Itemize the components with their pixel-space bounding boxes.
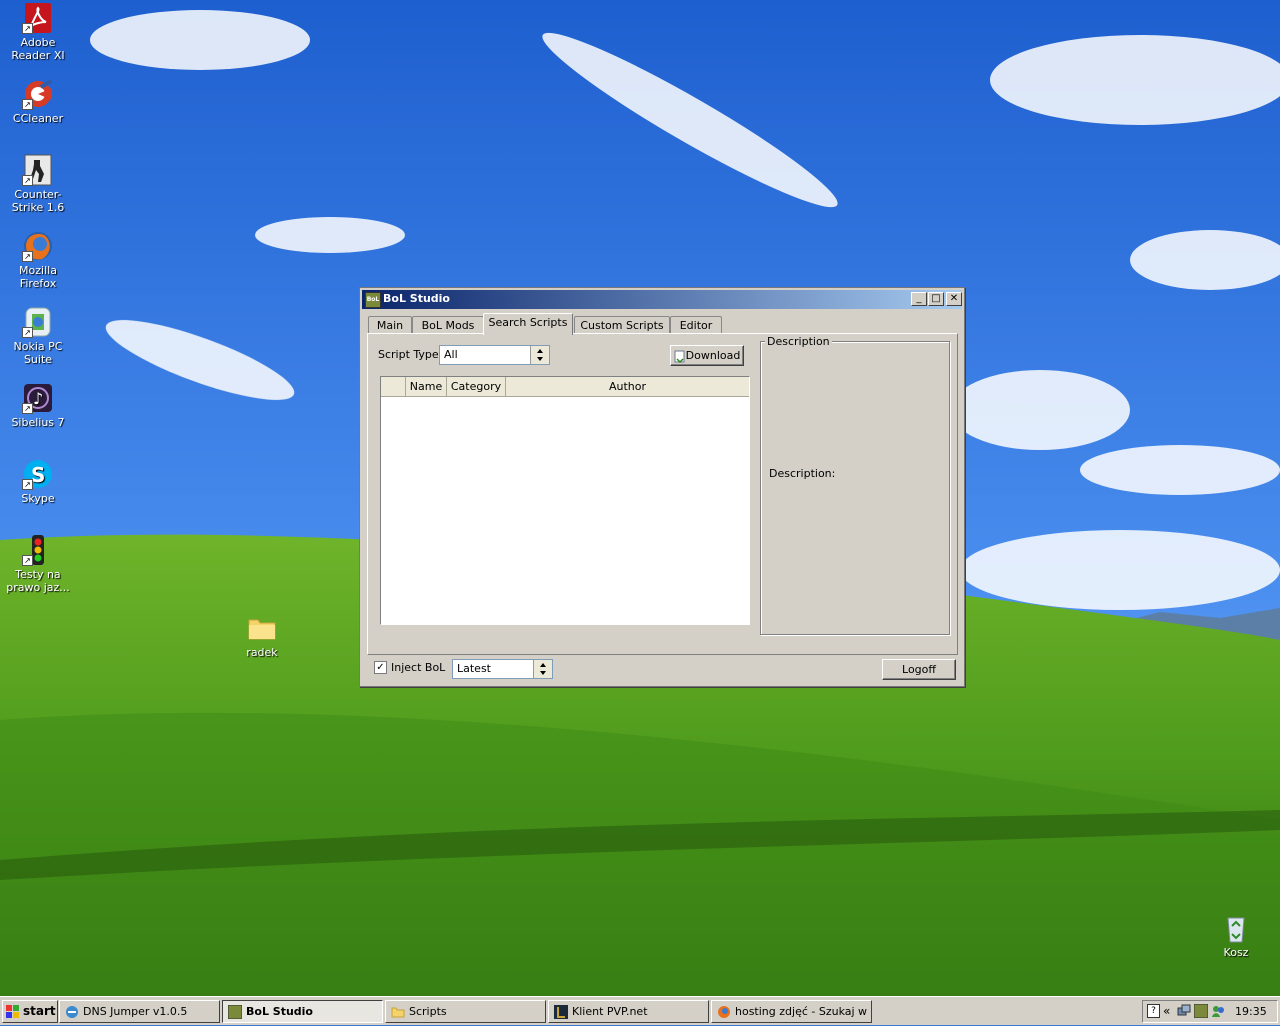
task-bol-studio[interactable]: BoL Studio: [222, 1000, 383, 1023]
windows-logo-icon: [6, 1004, 20, 1019]
desktop-icon-label: Mozilla Firefox: [19, 264, 57, 290]
close-button[interactable]: ✕: [946, 292, 962, 306]
taskbar: start DNS Jumper v1.0.5 BoL Studio Scrip…: [0, 996, 1280, 1025]
bol-app-icon: BoL: [365, 292, 381, 308]
bol-app-icon: [227, 1004, 243, 1020]
ccleaner-icon: ↗: [22, 78, 54, 110]
task-label: BoL Studio: [246, 1005, 313, 1018]
traffic-light-icon: ↗: [22, 534, 54, 566]
start-label: start: [23, 1004, 56, 1018]
desktop-icon-label: radek: [246, 646, 278, 659]
column-header-category[interactable]: Category: [447, 377, 506, 397]
league-client-icon: [554, 1005, 568, 1019]
desktop-icon-label: Testy na prawo jaz...: [6, 568, 70, 594]
bol-version-value: Latest: [457, 662, 491, 675]
window-title: BoL Studio: [383, 292, 450, 305]
desktop-icon-label: CCleaner: [12, 112, 64, 125]
bol-version-select[interactable]: Latest: [452, 659, 553, 679]
download-icon: [674, 350, 686, 363]
column-header-author[interactable]: Author: [506, 377, 749, 397]
task-dns-jumper[interactable]: DNS Jumper v1.0.5: [59, 1000, 220, 1023]
download-label: Download: [685, 349, 741, 362]
select-arrows-icon: [533, 660, 552, 678]
folder-icon: [391, 1005, 405, 1019]
task-firefox[interactable]: hosting zdjęć - Szukaj w ...: [711, 1000, 872, 1023]
task-label: Klient PVP.net: [572, 1005, 648, 1018]
description-label: Description:: [769, 467, 836, 480]
sibelius-icon: ♪ ↗: [22, 382, 54, 414]
desktop-icon-label: Counter-Strike 1.6: [11, 188, 65, 214]
start-button[interactable]: start: [2, 1000, 58, 1023]
task-label: DNS Jumper v1.0.5: [83, 1005, 188, 1018]
desktop-icon-radek[interactable]: radek: [224, 612, 300, 659]
desktop-icon-testy[interactable]: ↗ Testy na prawo jaz...: [0, 534, 76, 594]
maximize-button[interactable]: □: [928, 292, 944, 306]
desktop-icon-sibelius[interactable]: ♪ ↗ Sibelius 7: [0, 382, 76, 429]
help-icon[interactable]: ?: [1147, 1004, 1160, 1018]
tab-main[interactable]: Main: [368, 316, 412, 334]
desktop-icon-counter-strike[interactable]: ↗ Counter-Strike 1.6: [0, 154, 76, 214]
column-header-blank[interactable]: [381, 377, 406, 397]
title-bar[interactable]: BoL BoL Studio _ □ ✕: [362, 290, 962, 309]
inject-bol-label: Inject BoL: [391, 661, 446, 674]
firefox-icon: ↗: [22, 230, 54, 262]
desktop-icon-skype[interactable]: S ↗ Skype: [0, 458, 76, 505]
desktop-icon-nokia-pc-suite[interactable]: ↗ Nokia PC Suite: [0, 306, 76, 366]
script-type-select[interactable]: All: [439, 345, 550, 365]
desktop-icon-ccleaner[interactable]: ↗ CCleaner: [0, 78, 76, 125]
adobe-reader-icon: ↗: [22, 2, 54, 34]
skype-icon: S ↗: [22, 458, 54, 490]
desktop-icon-label: Adobe Reader XI: [11, 36, 65, 62]
task-label: hosting zdjęć - Szukaj w ...: [735, 1005, 872, 1018]
clock: 19:35: [1235, 1005, 1267, 1018]
column-header-name[interactable]: Name: [406, 377, 447, 397]
desktop-icon-adobe-reader[interactable]: ↗ Adobe Reader XI: [0, 2, 76, 62]
inject-bol-checkbox[interactable]: ✓: [374, 661, 387, 674]
desktop-icon-label: Nokia PC Suite: [13, 340, 63, 366]
dns-jumper-icon: [65, 1005, 79, 1019]
counter-strike-icon: ↗: [22, 154, 54, 186]
desktop-icon-label: Sibelius 7: [11, 416, 65, 429]
msn-icon[interactable]: [1211, 1004, 1225, 1018]
system-tray: ? « 19:35: [1142, 1000, 1278, 1023]
bol-studio-window: BoL BoL Studio _ □ ✕ Main BoL Mods Searc…: [359, 287, 965, 687]
task-label: Scripts: [409, 1005, 447, 1018]
description-group: Description Description:: [760, 335, 950, 635]
desktop-icon-firefox[interactable]: ↗ Mozilla Firefox: [0, 230, 76, 290]
desktop-icon-label: Skype: [21, 492, 55, 505]
select-arrows-icon: [530, 346, 549, 364]
bol-tray-icon[interactable]: [1193, 1003, 1209, 1019]
tab-bol-mods[interactable]: BoL Mods: [412, 316, 484, 334]
desktop-icon-label: Kosz: [1223, 946, 1249, 959]
description-group-title: Description: [765, 335, 832, 348]
task-pvp-net[interactable]: Klient PVP.net: [548, 1000, 709, 1023]
tab-search-scripts[interactable]: Search Scripts: [483, 313, 573, 335]
download-button[interactable]: Download: [670, 345, 744, 366]
tray-expand-icon[interactable]: «: [1163, 1004, 1170, 1018]
script-type-label: Script Type:: [378, 348, 443, 361]
network-icon[interactable]: [1177, 1004, 1191, 1018]
task-scripts-folder[interactable]: Scripts: [385, 1000, 546, 1023]
script-type-value: All: [444, 348, 458, 361]
desktop-icon-recycle-bin[interactable]: Kosz: [1198, 912, 1274, 959]
logoff-button[interactable]: Logoff: [882, 659, 956, 680]
nokia-pc-suite-icon: ↗: [22, 306, 54, 338]
svg-text:♪: ♪: [33, 389, 43, 408]
tab-editor[interactable]: Editor: [670, 316, 722, 334]
folder-icon: [246, 612, 278, 644]
recycle-bin-icon: [1220, 912, 1252, 944]
svg-text:S: S: [31, 463, 45, 487]
minimize-button[interactable]: _: [911, 292, 927, 306]
firefox-icon: [717, 1005, 731, 1019]
tab-custom-scripts[interactable]: Custom Scripts: [574, 316, 670, 334]
scripts-table[interactable]: Name Category Author: [380, 376, 750, 625]
